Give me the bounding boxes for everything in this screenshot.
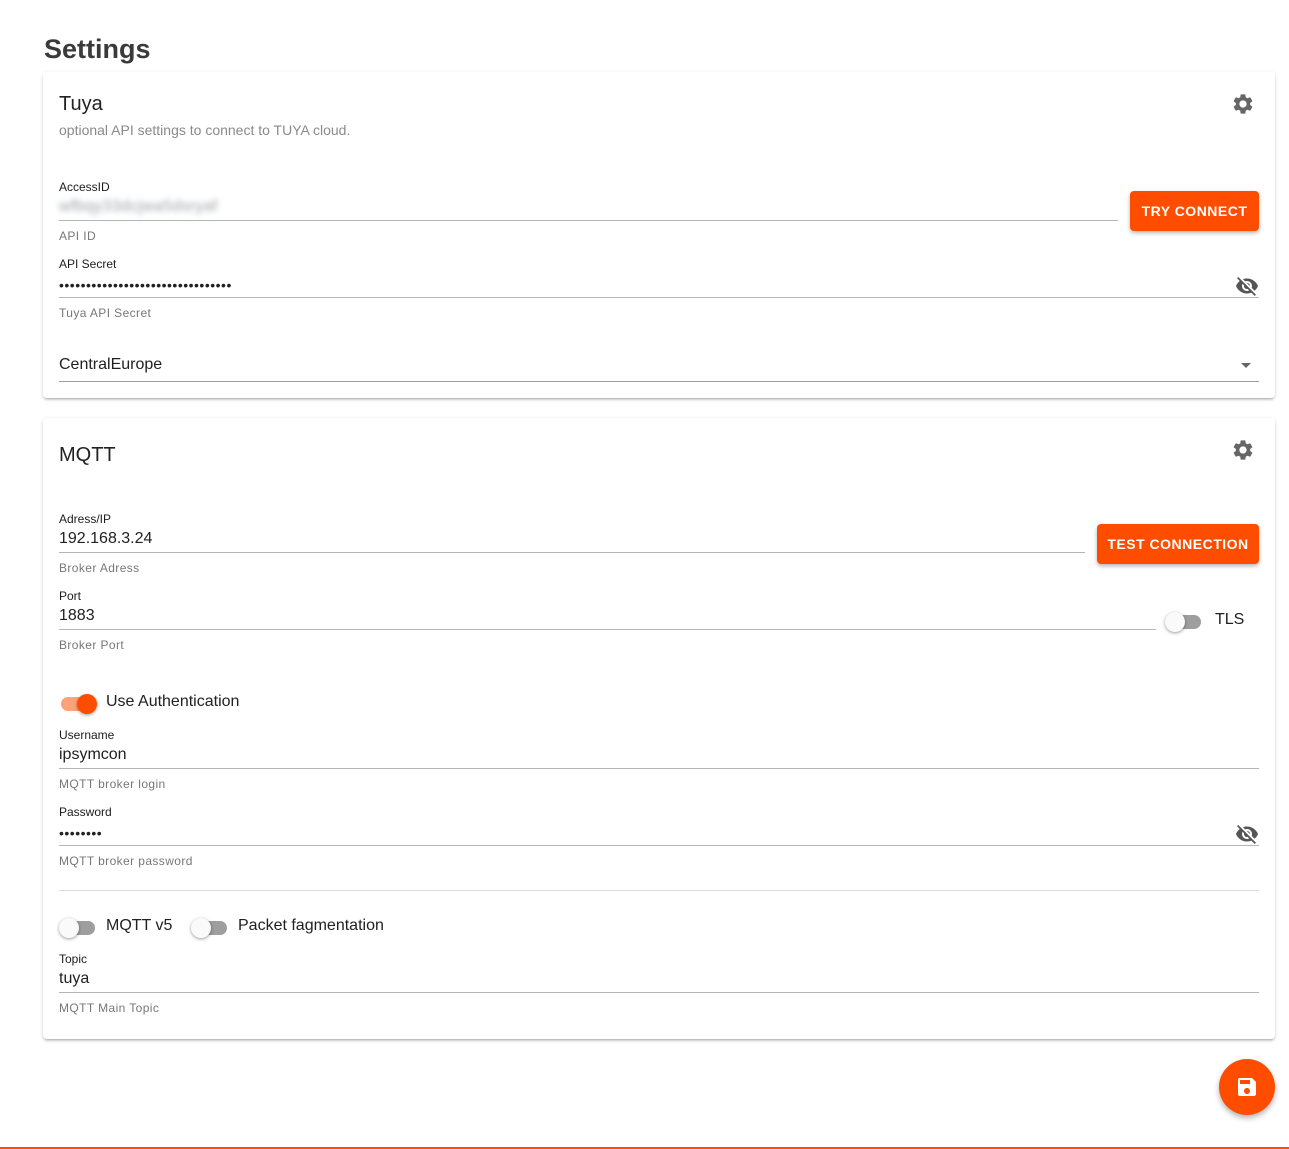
mqtt-v5-switch-thumb [59,918,79,938]
packet-fragmentation-switch-thumb [191,918,211,938]
username-label: Username [59,728,115,742]
tls-switch[interactable] [1165,611,1201,632]
gear-icon[interactable] [1231,92,1255,116]
save-button[interactable] [1219,1059,1275,1115]
access-id-label: AccessID [59,180,110,194]
mqtt-v5-switch[interactable] [59,917,95,938]
topic-underline [59,992,1259,993]
password-helper: MQTT broker password [59,854,193,868]
try-connect-button[interactable]: TRY CONNECT [1130,191,1259,231]
region-select-underline [59,381,1259,382]
mqtt-v5-label: MQTT v5 [106,917,173,934]
use-authentication-switch-thumb [77,694,97,714]
api-secret-helper: Tuya API Secret [59,306,152,320]
dropdown-arrow-icon[interactable] [1241,363,1251,368]
tls-switch-thumb [1165,612,1185,632]
api-secret-label: API Secret [59,257,117,271]
api-secret-underline [59,297,1259,298]
port-helper: Broker Port [59,638,125,652]
tuya-card-title: Tuya [59,93,103,115]
topic-helper: MQTT Main Topic [59,1001,160,1015]
topic-label: Topic [59,952,88,966]
port-label: Port [59,589,82,603]
gear-icon[interactable] [1231,438,1255,462]
packet-fragmentation-label: Packet fagmentation [238,917,384,934]
password-underline [59,845,1259,846]
packet-fragmentation-switch[interactable] [191,917,227,938]
username-underline [59,768,1259,769]
username-helper: MQTT broker login [59,777,166,791]
use-authentication-switch[interactable] [59,693,97,714]
mqtt-card: MQTT Adress/IP 192.168.3.24 Broker Adres… [43,418,1275,1039]
page-title: Settings [44,34,151,64]
tls-label: TLS [1215,611,1245,628]
username-input[interactable]: ipsymcon [59,746,127,764]
mqtt-card-title: MQTT [59,444,116,466]
port-input[interactable]: 1883 [59,607,95,625]
eye-off-icon[interactable] [1235,274,1259,298]
access-id-helper: API ID [59,229,97,243]
api-secret-input[interactable]: •••••••••••••••••••••••••••••••• [59,277,232,293]
tuya-card-subtitle: optional API settings to connect to TUYA… [59,122,351,138]
test-connection-button[interactable]: TEST CONNECTION [1097,524,1259,564]
use-authentication-label: Use Authentication [106,693,240,710]
save-icon [1238,1078,1256,1096]
section-divider [59,890,1259,891]
address-label: Adress/IP [59,512,112,526]
address-input[interactable]: 192.168.3.24 [59,530,152,548]
password-input[interactable]: •••••••• [59,825,102,841]
region-select[interactable]: CentralEurope [59,356,162,374]
address-underline [59,552,1085,553]
port-underline [59,629,1156,630]
password-label: Password [59,805,112,819]
access-id-underline [59,220,1118,221]
access-id-input[interactable]: wfbqy33dcjwa5dsryaf [59,198,218,216]
eye-off-icon[interactable] [1235,822,1259,846]
address-helper: Broker Adress [59,561,140,575]
topic-input[interactable]: tuya [59,970,89,988]
tuya-card: Tuya optional API settings to connect to… [43,72,1275,398]
